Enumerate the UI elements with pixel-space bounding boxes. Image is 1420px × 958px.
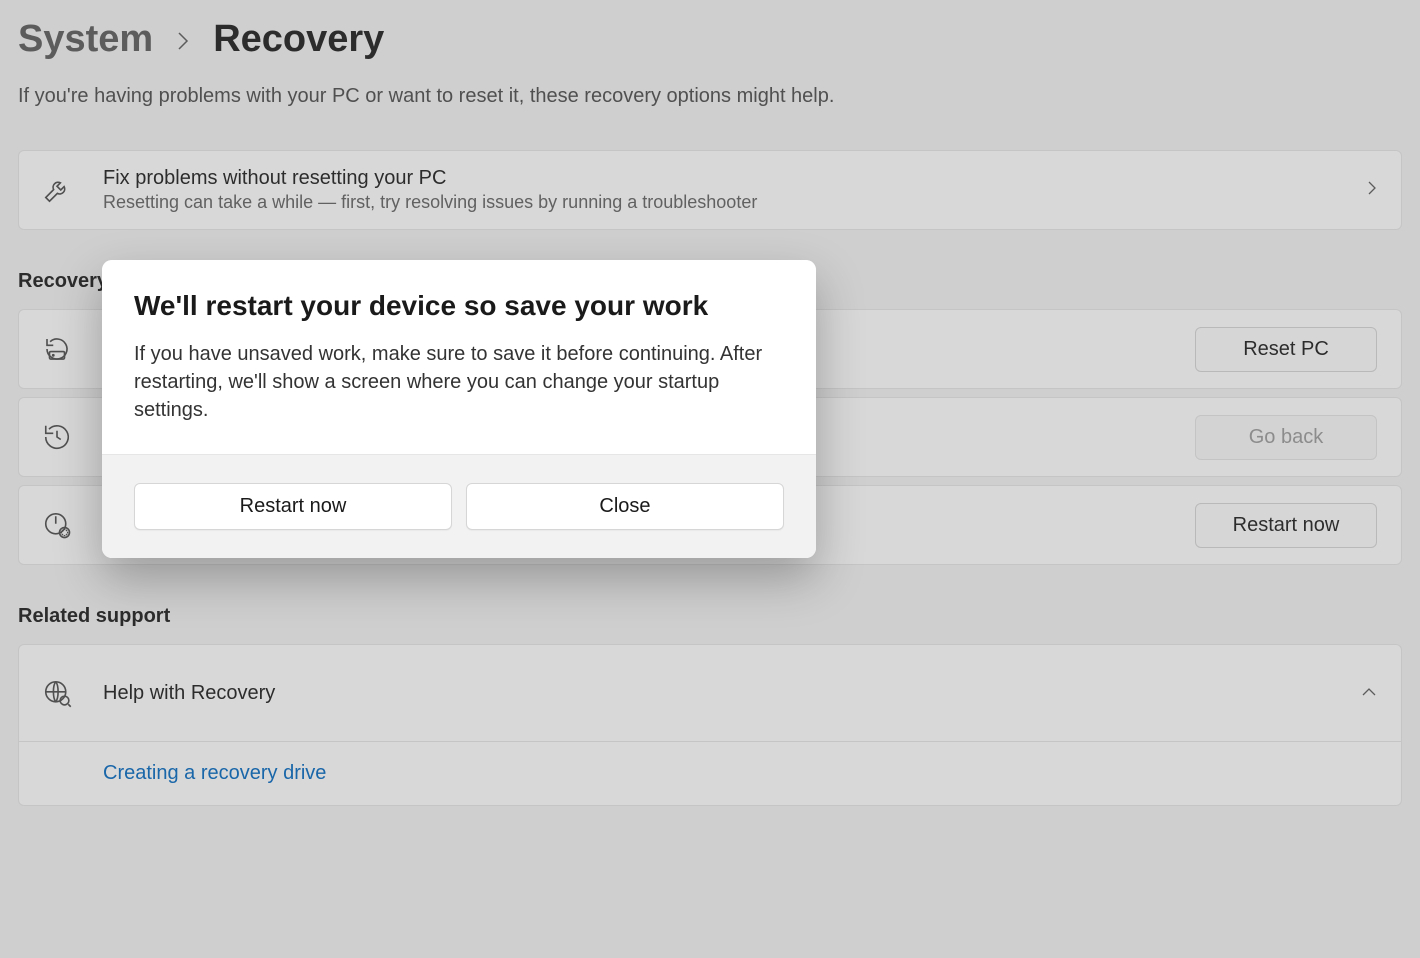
- dialog-title: We'll restart your device so save your w…: [134, 290, 784, 322]
- dialog-close-button[interactable]: Close: [466, 483, 784, 530]
- restart-confirm-dialog: We'll restart your device so save your w…: [102, 260, 816, 558]
- dialog-restart-now-button[interactable]: Restart now: [134, 483, 452, 530]
- dialog-footer: Restart now Close: [102, 454, 816, 558]
- dialog-body-text: If you have unsaved work, make sure to s…: [134, 340, 784, 424]
